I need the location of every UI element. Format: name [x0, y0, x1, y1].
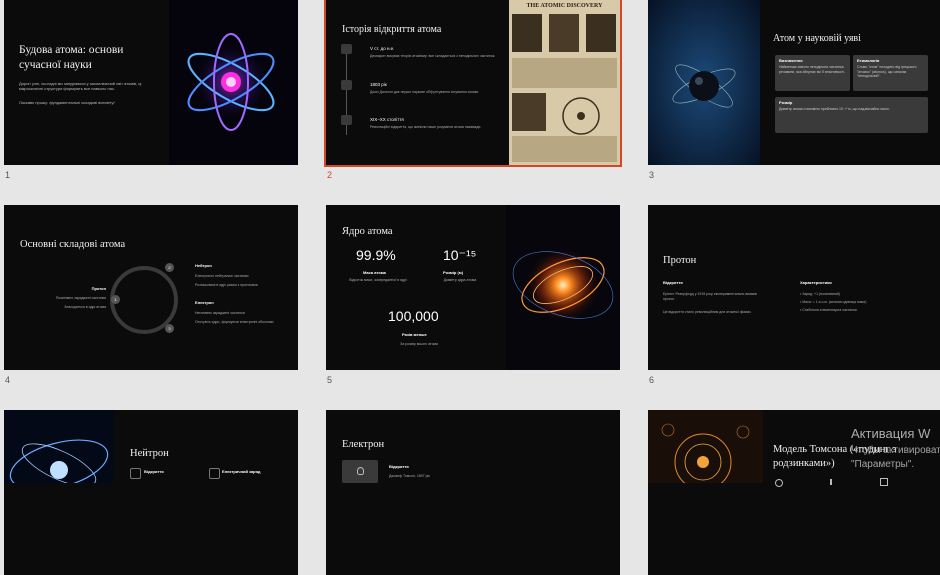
thomson-model-image — [648, 410, 763, 483]
slide-number-6: 6 — [649, 375, 655, 385]
slide-number-2: 2 — [327, 170, 333, 180]
discovery-poster: THE ATOMIC DISCOVERY — [509, 0, 620, 165]
slide-number-4: 4 — [5, 375, 11, 385]
stat-size-label: Розмір (м) — [443, 270, 464, 275]
slide-5-title: Ядро атома — [342, 226, 393, 237]
bullet-2-text: Маса: ≈ 1 а.о.м. (атомна одиниця маси) — [802, 300, 867, 304]
slide-thumbnail-4[interactable]: Основні складові атома 2 1 3 Нейтрон Еле… — [4, 205, 298, 370]
electron-heading: Електрон — [195, 300, 214, 305]
stat-scale-desc: За розмір всього атома — [400, 342, 438, 346]
slide-number-1: 1 — [5, 170, 11, 180]
charge-icon — [209, 468, 220, 479]
card-definition: Визначення Найменша хімічно неподільна ч… — [775, 55, 850, 91]
proton-heading: Протон — [91, 286, 106, 291]
neutron-image — [4, 410, 114, 483]
ring-marker-2: 1 — [111, 295, 120, 304]
electron-text-2: Оточують ядро, формуючи електронні оболо… — [195, 320, 274, 324]
timeline-text-2: Джон Дальтон дає перше наукове обґрунтув… — [370, 90, 479, 94]
stat-size-desc: Діаметр ядра атома — [443, 278, 477, 282]
card-size: Розмір Діаметр атома становить приблизно… — [775, 97, 928, 133]
card-etymology-text: Слово "атом" походить від грецького "ато… — [857, 65, 917, 79]
timeline-text-1: Демокрит висуває теорію атомізму: все ск… — [370, 54, 496, 58]
slide-thumbnail-2[interactable]: Історія відкриття атома V ст. до н.е. Де… — [324, 0, 622, 167]
slide-3-title: Атом у науковій уяві — [773, 33, 861, 44]
card-definition-text: Найменша хімічно неподільна частинка реч… — [779, 65, 845, 74]
slide-6-title: Протон — [663, 255, 697, 266]
poster-engraving — [512, 14, 617, 162]
timeline-icon-2 — [341, 80, 352, 90]
electron-discovery-label: Відкриття — [389, 464, 409, 469]
discovery-icon — [130, 468, 141, 479]
atom-sphere-image — [648, 0, 760, 165]
bullet-2: • Маса: ≈ 1 а.о.м. (атомна одиниця маси) — [800, 300, 867, 304]
slide-thumbnail-6[interactable]: Протон Відкриття Ернест Резерфорд у 1919… — [648, 205, 940, 370]
stat-mass-value: 99.9% — [356, 247, 396, 263]
stat-size-value: 10⁻¹⁵ — [443, 247, 477, 263]
slide-9-icon-2 — [830, 479, 832, 485]
slide-number-5: 5 — [327, 375, 333, 385]
neutron-text-2: Розташовані в ядрі разом з протонами — [195, 283, 258, 287]
slide-thumbnail-3[interactable]: Атом у науковій уяві Визначення Найменша… — [648, 0, 940, 165]
bullet-1: • Заряд: +1 (позитивний) — [800, 292, 840, 296]
slide-thumbnail-1[interactable]: Будова атома: основи сучасної науки Доро… — [4, 0, 298, 165]
bullet-3-text: Стабільна елементарна частинка — [802, 308, 857, 312]
slide-1-title: Будова атома: основи сучасної науки — [19, 44, 124, 71]
stat-scale-label: Разів менше — [402, 332, 427, 337]
card-definition-heading: Визначення — [779, 58, 803, 63]
stat-mass-label: Маса атома — [363, 270, 386, 275]
proton-text-1: Позитивно заряджені частинки — [55, 296, 106, 300]
slide-thumbnail-8[interactable]: Електрон Відкриття Джозеф Томсон, 1897 р… — [326, 410, 620, 575]
bullet-1-text: Заряд: +1 (позитивний) — [802, 292, 840, 296]
card-size-heading: Розмір — [779, 100, 793, 105]
atom-image — [169, 0, 298, 165]
discovery-heading: Відкриття — [663, 280, 683, 285]
poster-title: THE ATOMIC DISCOVERY — [526, 3, 603, 9]
activation-watermark-line-2: Чтобы активировать — [851, 445, 940, 456]
characteristics-heading: Характеристики — [800, 280, 832, 285]
timeline-label-2: 1803 рік — [370, 82, 387, 87]
timeline-icon-3 — [341, 115, 352, 125]
discovery-text-1: Ернест Резерфорд у 1919 році експеримент… — [663, 292, 757, 301]
slide-1-body: Дорогі учні, сьогодні ми зануримося у за… — [19, 81, 142, 92]
stat-mass-desc: Відсоток маси, зосередженої в ядрі — [349, 278, 407, 282]
slide-1-body-2: Ласкаво прошу: фундаментальні складові в… — [19, 100, 115, 105]
discovery-text-2: Це відкриття стало революційним для атом… — [663, 310, 752, 314]
electron-discovery-text: Джозеф Томсон, 1897 рік — [389, 474, 430, 478]
timeline-icon-1 — [341, 44, 352, 54]
timeline-text-3: Революційні відкриття, що змінили наше р… — [370, 125, 482, 129]
electron-icon-box — [342, 460, 378, 483]
card-etymology: Етимологія Слово "атом" походить від гре… — [853, 55, 928, 91]
card-etymology-heading: Етимологія — [857, 58, 880, 63]
slide-2-title: Історія відкриття атома — [342, 24, 442, 35]
slide-thumbnail-5[interactable]: Ядро атома 99.9% Маса атома Відсоток мас… — [326, 205, 620, 370]
slide-9-icon-1 — [775, 479, 783, 487]
slide-thumbnail-7[interactable]: Нейтрон Відкриття Електричний заряд — [4, 410, 298, 575]
neutron-text-1: Електрично нейтральні частинки — [195, 274, 249, 278]
ring-marker-1: 2 — [165, 263, 174, 272]
slide-number-3: 3 — [649, 170, 655, 180]
bullet-3: • Стабільна елементарна частинка — [800, 308, 857, 312]
activation-watermark-title: Активация W — [851, 426, 931, 441]
nucleus-swirl-image — [506, 205, 620, 370]
slide-4-title: Основні складові атома — [20, 239, 126, 250]
slide-7-title: Нейтрон — [130, 448, 169, 459]
activation-watermark-line-3: "Параметры". — [851, 459, 915, 470]
slide-8-title: Електрон — [342, 439, 385, 450]
ring-marker-3: 3 — [165, 324, 174, 333]
card-size-text: Діаметр атома становить приблизно 10⁻¹⁰ … — [779, 107, 890, 111]
proton-text-2: Знаходяться в ядрі атома — [64, 305, 106, 309]
timeline-label-1: V ст. до н.е. — [370, 46, 395, 51]
neutron-charge-label: Електричний заряд — [222, 469, 261, 474]
stat-scale-value: 100,000 — [388, 308, 439, 324]
neutron-discovery-label: Відкриття — [144, 469, 164, 474]
slide-9-icon-3 — [880, 478, 888, 486]
electron-text-1: Негативно заряджені частинки — [195, 311, 245, 315]
bulb-icon — [357, 467, 364, 475]
timeline-label-3: XIX–XX століття — [370, 117, 404, 122]
neutron-heading: Нейтрон — [195, 263, 212, 268]
